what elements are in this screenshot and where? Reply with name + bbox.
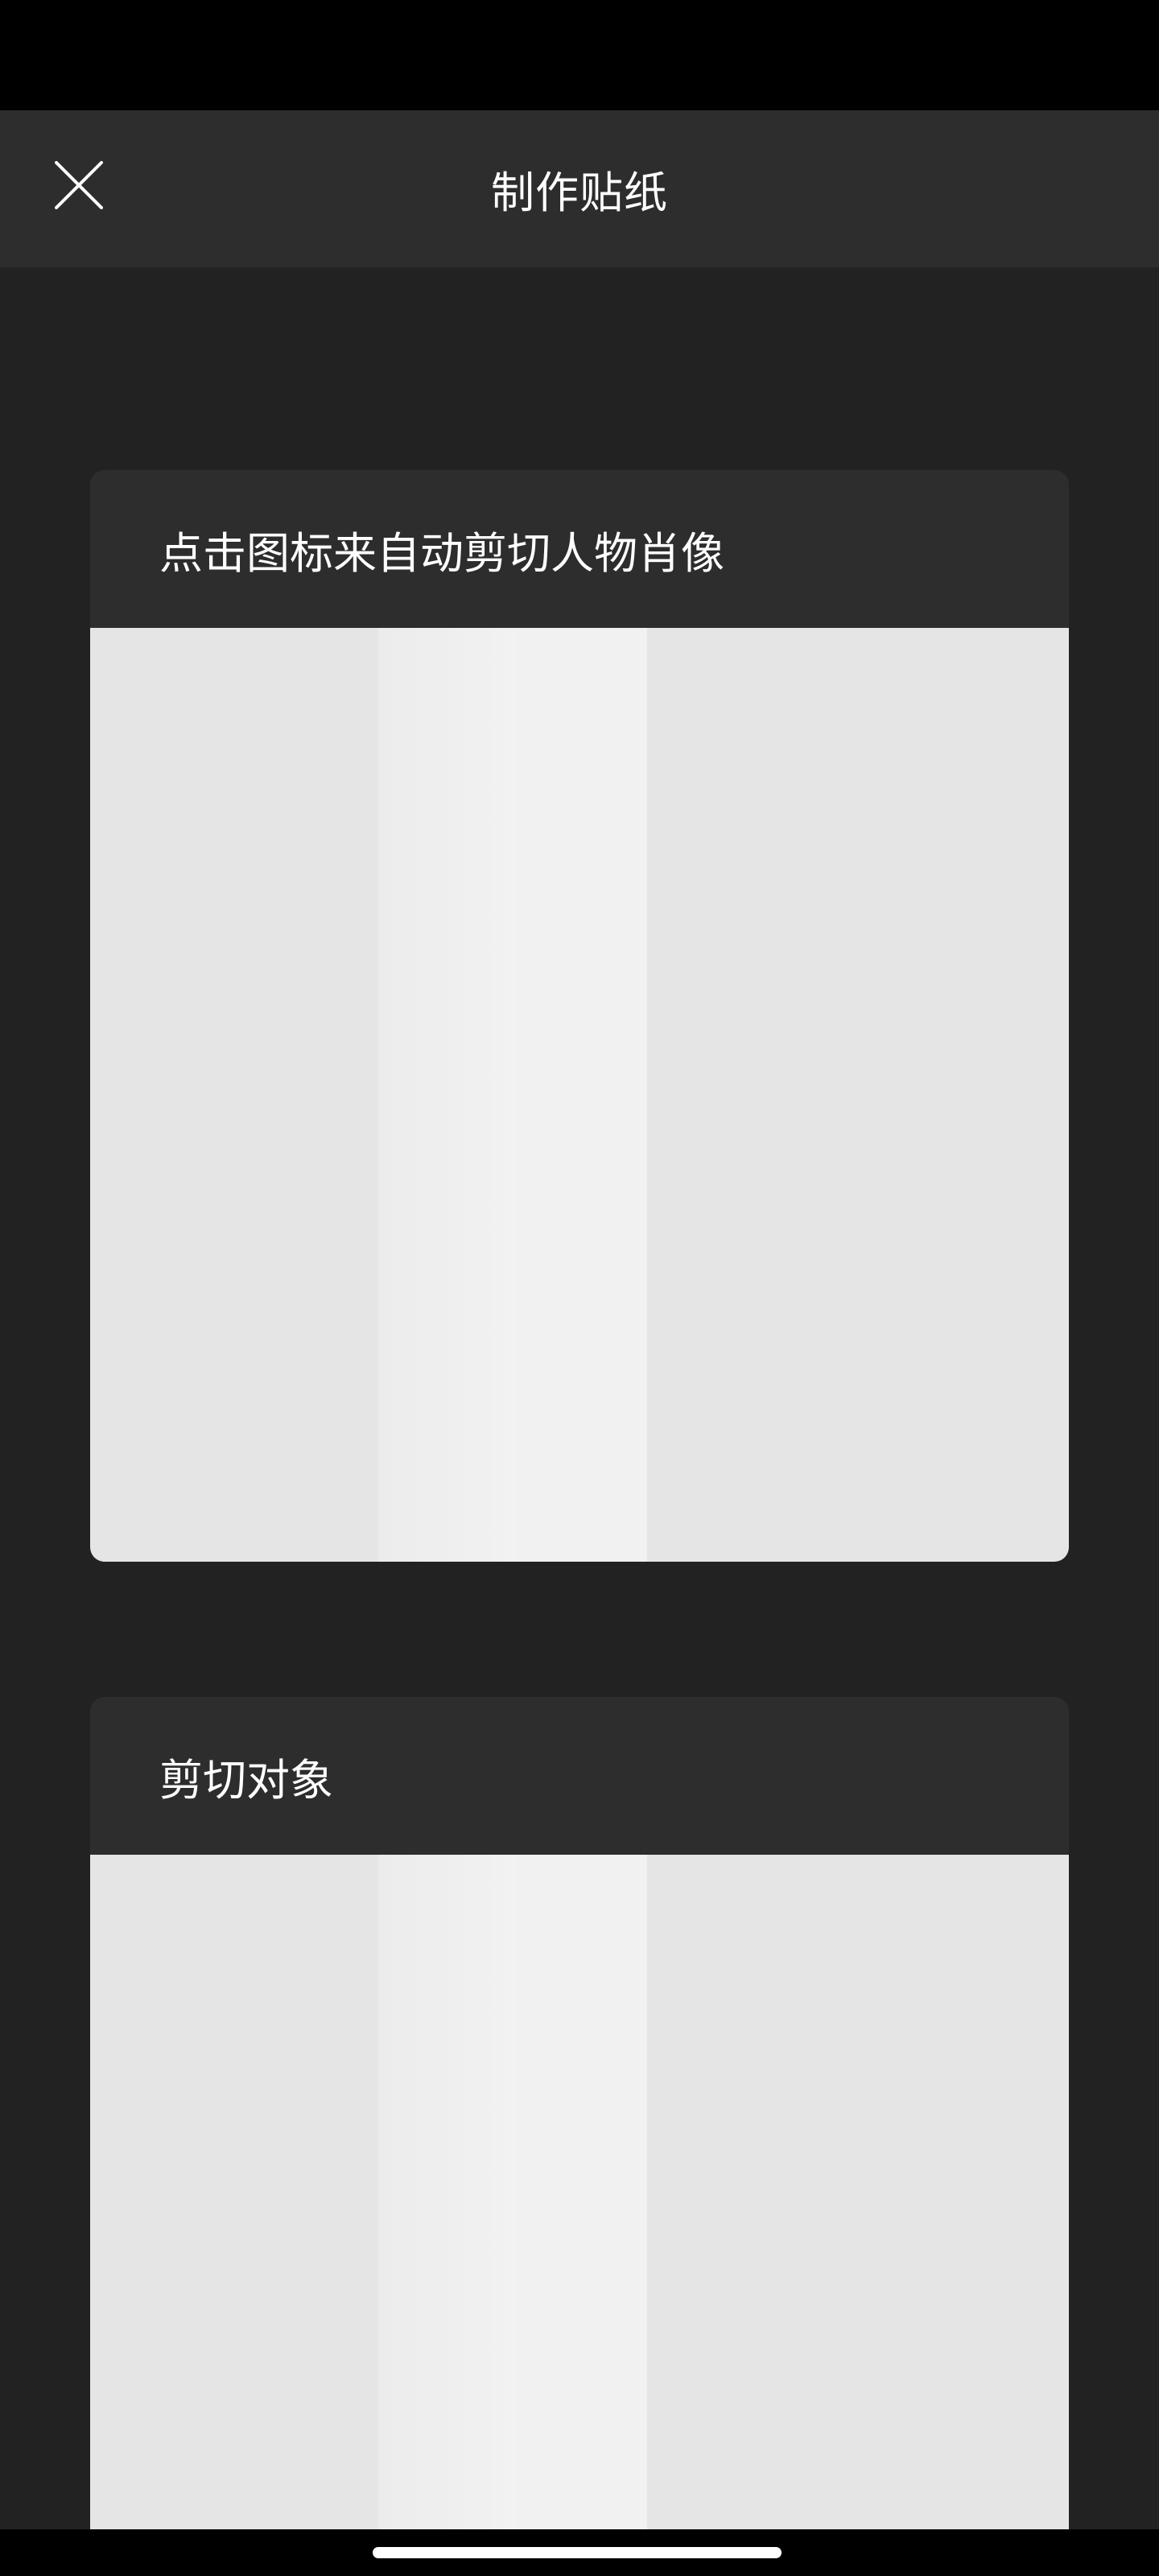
preview-shimmer-core: [517, 628, 647, 1562]
preview-shimmer: [378, 1855, 647, 2534]
preview-shimmer: [378, 628, 647, 1562]
card-preview-image[interactable]: [90, 628, 1069, 1562]
status-bar: [0, 0, 1159, 110]
page-title: 制作贴纸: [491, 167, 668, 218]
card-preview-image[interactable]: [90, 1855, 1069, 2534]
cut-object-card[interactable]: 剪切对象: [90, 1697, 1069, 2534]
auto-cut-portrait-card[interactable]: 点击图标来自动剪切人物肖像: [90, 470, 1069, 1562]
preview-shimmer-core: [517, 1855, 647, 2534]
card-title: 点击图标来自动剪切人物肖像: [90, 470, 1069, 628]
screen: 制作贴纸 点击图标来自动剪切人物肖像 剪切对象: [0, 0, 1159, 2576]
home-indicator[interactable]: [373, 2547, 782, 2558]
card-title: 剪切对象: [90, 1697, 1069, 1855]
